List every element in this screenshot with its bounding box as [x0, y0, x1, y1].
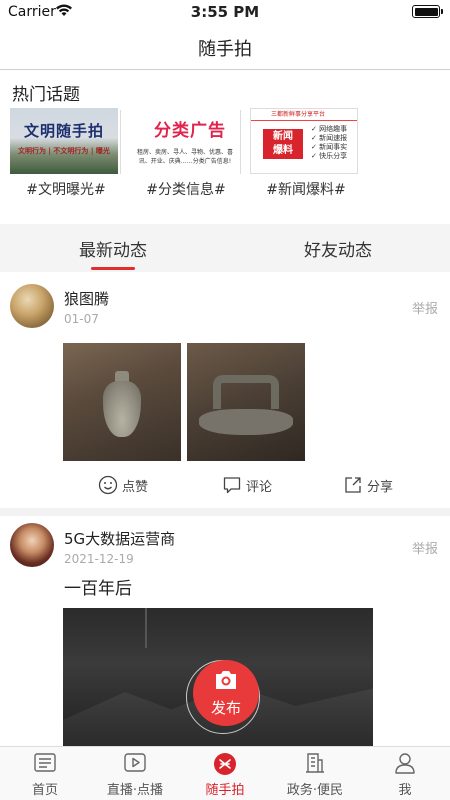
hot-topics-title: 热门话题 — [12, 85, 80, 105]
user-icon — [395, 753, 415, 774]
share-button[interactable]: 分享 — [343, 470, 393, 500]
comment-button[interactable]: 评论 — [222, 470, 272, 500]
feed-tabs: 最新动态 好友动态 — [0, 224, 450, 272]
tabbar-label: 我 — [398, 783, 412, 798]
topic-card-classified[interactable]: 分类广告 租房、卖房、寻人、寻物、优惠、喜讯、开业、庆典……分类广告信息! #分… — [130, 108, 242, 199]
report-button[interactable]: 举报 — [412, 538, 438, 557]
avatar[interactable] — [10, 523, 54, 567]
avatar[interactable] — [10, 284, 54, 328]
tabbar-item-suishoupai[interactable]: 随手拍 — [180, 747, 270, 800]
smile-icon — [98, 475, 118, 495]
post-username[interactable]: 狼图腾 — [64, 288, 109, 309]
topic-label: #分类信息# — [146, 182, 226, 198]
tabbar-item-me[interactable]: 我 — [360, 747, 450, 800]
battery-icon — [412, 5, 443, 18]
comment-label: 评论 — [246, 479, 273, 495]
topic-label: #文明曝光# — [26, 182, 106, 198]
topic-image: 分类广告 租房、卖房、寻人、寻物、优惠、喜讯、开业、庆典……分类广告信息! — [130, 108, 238, 174]
publish-button[interactable]: 发布 — [193, 660, 259, 726]
comment-icon — [223, 477, 241, 494]
share-label: 分享 — [367, 479, 394, 495]
bottom-tab-bar: 首页 直播·点播 随手拍 政务·便民 我 — [0, 746, 450, 800]
topic-card-news-tip[interactable]: 三都新鲜事分享平台 新闻 爆料 ✓ 网络趣事 ✓ 新闻速报 ✓ 新闻事实 ✓ 快… — [250, 108, 362, 199]
page-title: 随手拍 — [198, 39, 252, 60]
like-button[interactable]: 点赞 — [98, 470, 148, 500]
post-date: 2021-12-19 — [64, 552, 134, 566]
tab-latest[interactable]: 最新动态 — [33, 236, 193, 261]
topic-image-list-item: ✓ 快乐分享 — [311, 152, 348, 160]
tabbar-item-live[interactable]: 直播·点播 — [90, 747, 180, 800]
topic-image-list-item: ✓ 新闻事实 — [311, 143, 348, 151]
camera-icon — [216, 671, 236, 689]
topic-image-title: 分类广告 — [154, 121, 226, 141]
topic-card-civilization[interactable]: 文明随手拍 文明行为 | 不文明行为 | 曝光 #文明曝光# — [10, 108, 122, 199]
share-icon — [345, 477, 361, 493]
topic-image: 三都新鲜事分享平台 新闻 爆料 ✓ 网络趣事 ✓ 新闻速报 ✓ 新闻事实 ✓ 快… — [250, 108, 358, 174]
clock: 3:55 PM — [190, 3, 260, 21]
tabbar-label: 随手拍 — [205, 783, 245, 798]
topic-image-list-item: ✓ 新闻速报 — [311, 134, 348, 142]
topic-image-list: ✓ 网络趣事 ✓ 新闻速报 ✓ 新闻事实 ✓ 快乐分享 — [311, 125, 347, 161]
post-date: 01-07 — [64, 312, 99, 326]
publish-label: 发布 — [210, 699, 241, 717]
topic-image: 文明随手拍 文明行为 | 不文明行为 | 曝光 — [10, 108, 118, 174]
like-label: 点赞 — [122, 479, 149, 495]
topic-image-title: 新闻 爆料 — [263, 129, 303, 159]
tab-active-indicator — [91, 267, 135, 270]
tabbar-label: 首页 — [31, 783, 58, 798]
building-icon — [306, 753, 324, 773]
tabbar-label: 政务·便民 — [286, 783, 344, 798]
topic-image-list-item: ✓ 网络趣事 — [311, 125, 348, 133]
status-bar: Carrier 3:55 PM — [0, 0, 450, 24]
topic-image-title: 文明随手拍 — [24, 122, 105, 140]
topic-image-title-text: 新闻 爆料 — [273, 131, 293, 156]
post-actions: 点赞 评论 分享 — [0, 470, 450, 500]
nav-bar: 随手拍 — [0, 24, 450, 70]
tab-friends[interactable]: 好友动态 — [258, 236, 418, 261]
news-icon — [34, 753, 56, 772]
play-icon — [124, 753, 146, 772]
topic-image-header: 三都新鲜事分享平台 — [251, 109, 357, 121]
report-button[interactable]: 举报 — [412, 298, 438, 317]
feed-post: 狼图腾 01-07 举报 点赞 评论 分享 — [0, 272, 450, 508]
post-text: 一百年后 — [64, 579, 132, 599]
divider — [240, 110, 241, 174]
post-photo[interactable] — [187, 343, 305, 461]
hot-topics-list: 文明随手拍 文明行为 | 不文明行为 | 曝光 #文明曝光# 分类广告 租房、卖… — [0, 108, 450, 204]
tabbar-label: 直播·点播 — [106, 783, 164, 798]
topic-image-subtitle: 文明行为 | 不文明行为 | 曝光 — [18, 147, 110, 155]
post-separator — [0, 508, 450, 516]
divider — [120, 110, 121, 174]
tabbar-item-gov[interactable]: 政务·便民 — [270, 747, 360, 800]
topic-label: #新闻爆料# — [266, 182, 346, 198]
tabbar-item-home[interactable]: 首页 — [0, 747, 90, 800]
post-username[interactable]: 5G大数据运营商 — [64, 528, 175, 549]
snapshot-icon — [214, 753, 236, 775]
topic-image-subtitle: 租房、卖房、寻人、寻物、优惠、喜讯、开业、庆典……分类广告信息! — [136, 149, 233, 165]
post-photo[interactable] — [63, 343, 181, 461]
